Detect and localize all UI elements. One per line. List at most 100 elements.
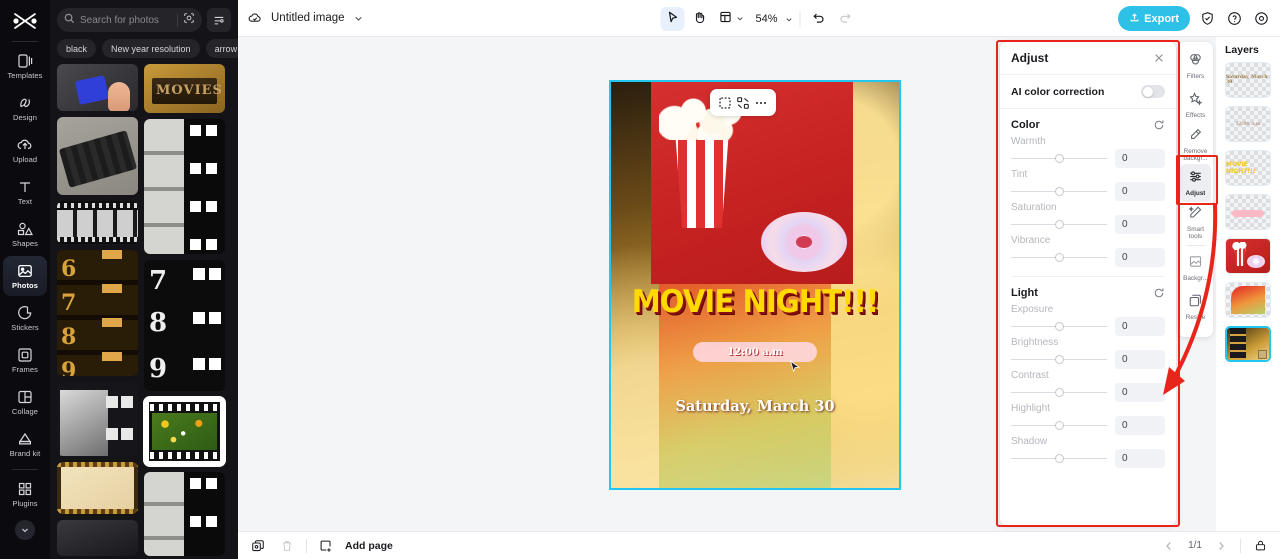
select-tool-button[interactable] bbox=[660, 7, 685, 31]
photo-thumb-extra-left[interactable] bbox=[57, 520, 138, 556]
brightness-value[interactable]: 0 bbox=[1115, 350, 1165, 369]
photo-thumb-movie-key-keyboard[interactable] bbox=[57, 64, 138, 112]
sidebar-item-templates[interactable]: Templates bbox=[3, 46, 47, 86]
filter-button[interactable] bbox=[207, 8, 231, 32]
sidebar-item-shapes[interactable]: Shapes bbox=[3, 214, 47, 254]
layout-tool-button[interactable] bbox=[714, 7, 748, 31]
slider-knob[interactable] bbox=[1055, 322, 1065, 331]
sidebar-item-plugins[interactable]: Plugins bbox=[3, 474, 47, 514]
slider-knob[interactable] bbox=[1055, 355, 1065, 364]
warmth-value[interactable]: 0 bbox=[1115, 149, 1165, 168]
more-options-icon[interactable] bbox=[754, 96, 768, 110]
tool-background[interactable]: Backgr... bbox=[1180, 249, 1211, 287]
photo-thumb-cinema-filmstrip-concrete[interactable] bbox=[57, 117, 138, 195]
tool-adjust[interactable]: Adjust bbox=[1180, 164, 1211, 202]
layer-item-saturday-march-30[interactable]: Saturday, March 30 bbox=[1225, 62, 1271, 98]
slider-knob[interactable] bbox=[1055, 388, 1065, 397]
export-button[interactable]: Export bbox=[1118, 6, 1190, 31]
light-reset-icon[interactable] bbox=[1153, 287, 1165, 299]
shield-icon[interactable] bbox=[1197, 9, 1217, 29]
sidebar-item-stickers[interactable]: Stickers bbox=[3, 298, 47, 338]
add-page-icon[interactable] bbox=[316, 536, 336, 556]
sidebar-item-photos[interactable]: Photos bbox=[3, 256, 47, 296]
hand-tool-button[interactable] bbox=[687, 7, 711, 31]
photo-thumb-numbered-film-leader-bw[interactable]: 7 8 9 bbox=[144, 259, 225, 391]
layer-item-movie-night-text[interactable]: MOVIE NIGHT!!! bbox=[1225, 150, 1271, 186]
help-icon[interactable] bbox=[1224, 9, 1244, 29]
add-page-label[interactable]: Add page bbox=[345, 540, 393, 552]
exposure-slider[interactable] bbox=[1011, 320, 1107, 334]
gear-icon[interactable] bbox=[1251, 9, 1271, 29]
layer-item-time-text[interactable]: 12:00 a.m bbox=[1225, 106, 1271, 142]
sidebar-item-frames[interactable]: Frames bbox=[3, 340, 47, 380]
sidebar-item-design[interactable]: Design bbox=[3, 88, 47, 128]
color-reset-icon[interactable] bbox=[1153, 119, 1165, 131]
vibrance-slider[interactable] bbox=[1011, 251, 1107, 265]
tool-remove-background[interactable]: Remove backgr... bbox=[1180, 125, 1211, 163]
search-box[interactable] bbox=[57, 8, 202, 32]
smart-select-icon[interactable] bbox=[736, 96, 750, 110]
photo-thumb-grunge-filmstrip[interactable] bbox=[57, 381, 138, 456]
rail-collapse-button[interactable] bbox=[15, 520, 35, 540]
tint-value[interactable]: 0 bbox=[1115, 182, 1165, 201]
tool-filters[interactable]: Filters bbox=[1180, 47, 1211, 85]
duplicate-icon[interactable] bbox=[248, 536, 268, 556]
app-logo[interactable] bbox=[0, 4, 50, 38]
undo-button[interactable] bbox=[807, 7, 831, 31]
sidebar-item-text[interactable]: Text bbox=[3, 172, 47, 212]
photo-thumb-movies-letterpress[interactable]: MOVIES bbox=[144, 64, 225, 114]
zoom-level[interactable]: 54% bbox=[751, 13, 781, 25]
saturation-slider[interactable] bbox=[1011, 218, 1107, 232]
zoom-chevron-down-icon[interactable] bbox=[785, 15, 794, 24]
photo-thumb-newspaper-filmstrip-2[interactable] bbox=[144, 472, 225, 556]
tool-resize[interactable]: Resize bbox=[1180, 288, 1211, 326]
exposure-value[interactable]: 0 bbox=[1115, 317, 1165, 336]
chevron-left-icon[interactable] bbox=[1159, 536, 1179, 556]
tint-slider[interactable] bbox=[1011, 185, 1107, 199]
lock-icon[interactable] bbox=[1250, 536, 1270, 556]
highlight-slider[interactable] bbox=[1011, 419, 1107, 433]
photo-thumb-newspaper-filmstrip[interactable] bbox=[144, 119, 225, 254]
shadow-slider[interactable] bbox=[1011, 452, 1107, 466]
chip-new-year-resolution[interactable]: New year resolution bbox=[102, 39, 200, 58]
cloud-save-icon[interactable] bbox=[247, 10, 263, 26]
photo-thumb-flower-filmstrip[interactable] bbox=[143, 395, 226, 468]
sidebar-item-upload[interactable]: Upload bbox=[3, 130, 47, 170]
canvas-headline-text[interactable]: MOVIE NIGHT!!! bbox=[620, 284, 891, 320]
sidebar-item-collage[interactable]: Collage bbox=[3, 382, 47, 422]
document-title-chevron-down-icon[interactable] bbox=[353, 13, 364, 24]
layer-item-gradient-shape[interactable] bbox=[1225, 282, 1271, 318]
trash-icon[interactable] bbox=[277, 536, 297, 556]
tool-smart-tools[interactable]: Smart tools bbox=[1180, 203, 1211, 241]
slider-knob[interactable] bbox=[1055, 187, 1065, 196]
chip-arrow[interactable]: arrow bbox=[205, 39, 238, 58]
tool-effects[interactable]: Effects bbox=[1180, 86, 1211, 124]
photo-thumb-blank-filmstrip-bw[interactable] bbox=[57, 200, 138, 244]
warmth-slider[interactable] bbox=[1011, 152, 1107, 166]
saturation-value[interactable]: 0 bbox=[1115, 215, 1165, 234]
canvas-time-text[interactable]: 12:00 a.m bbox=[693, 342, 817, 362]
slider-knob[interactable] bbox=[1055, 421, 1065, 430]
layer-item-pink-shape[interactable] bbox=[1225, 194, 1271, 230]
chevron-right-icon[interactable] bbox=[1211, 536, 1231, 556]
select-area-icon[interactable] bbox=[718, 96, 732, 110]
contrast-slider[interactable] bbox=[1011, 386, 1107, 400]
shadow-value[interactable]: 0 bbox=[1115, 449, 1165, 468]
canvas-date-text[interactable]: Saturday, March 30 bbox=[611, 398, 899, 415]
slider-knob[interactable] bbox=[1055, 154, 1065, 163]
layer-item-popcorn-photo[interactable] bbox=[1225, 238, 1271, 274]
contrast-value[interactable]: 0 bbox=[1115, 383, 1165, 402]
sidebar-item-brand-kit[interactable]: Brand kit bbox=[3, 424, 47, 464]
design-canvas[interactable]: MOVIE NIGHT!!! 12:00 a.m Saturday, March… bbox=[609, 80, 901, 490]
highlight-value[interactable]: 0 bbox=[1115, 416, 1165, 435]
slider-knob[interactable] bbox=[1055, 220, 1065, 229]
photo-thumb-numbered-film-leader-gold[interactable]: 6 7 8 9 bbox=[57, 249, 138, 376]
vibrance-value[interactable]: 0 bbox=[1115, 248, 1165, 267]
slider-knob[interactable] bbox=[1055, 253, 1065, 262]
slider-knob[interactable] bbox=[1055, 454, 1065, 463]
chip-black[interactable]: black bbox=[57, 39, 97, 58]
search-input[interactable] bbox=[80, 14, 172, 26]
ai-color-correction-toggle[interactable] bbox=[1141, 85, 1165, 98]
redo-button[interactable] bbox=[834, 7, 858, 31]
brightness-slider[interactable] bbox=[1011, 353, 1107, 367]
